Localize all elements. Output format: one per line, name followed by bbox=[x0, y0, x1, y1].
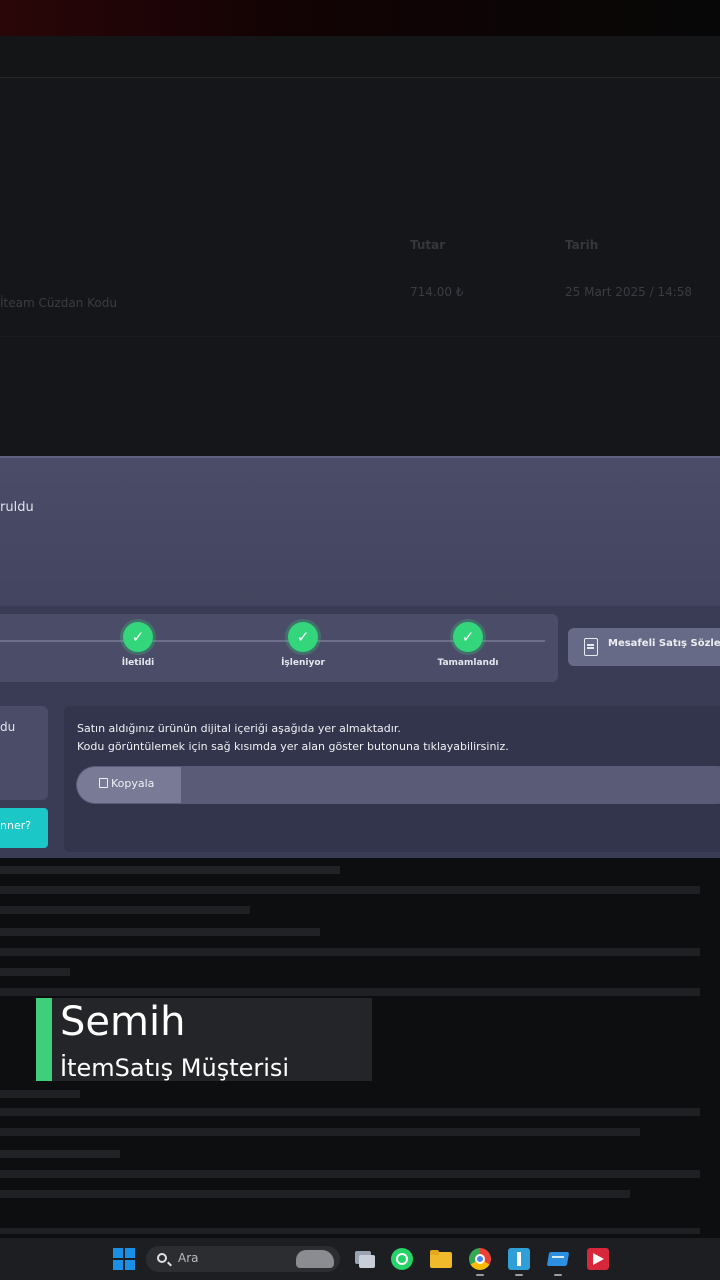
copy-icon bbox=[99, 778, 108, 788]
check-icon: ✓ bbox=[288, 622, 318, 652]
step-delivered: ✓ İletildi bbox=[98, 622, 178, 668]
step-label: İşleniyor bbox=[281, 658, 325, 668]
browser-title-bar bbox=[0, 0, 720, 36]
open-app-indicator bbox=[554, 1274, 562, 1276]
blurred-text-line bbox=[0, 1190, 630, 1198]
open-app-indicator bbox=[515, 1274, 523, 1276]
chrome-icon[interactable] bbox=[469, 1248, 491, 1270]
blurred-text-line bbox=[0, 968, 70, 976]
blurred-text-line bbox=[0, 886, 700, 894]
taskbar-search-box[interactable]: Ara bbox=[146, 1246, 340, 1272]
help-button[interactable]: nner? bbox=[0, 808, 48, 848]
whatsapp-icon[interactable] bbox=[391, 1248, 413, 1270]
step-label: Tamamlandı bbox=[437, 658, 499, 668]
order-amount: 714.00 ₺ bbox=[410, 285, 464, 299]
product-side-card: du bbox=[0, 706, 48, 800]
blurred-text-line bbox=[0, 1150, 120, 1158]
digital-content-info: Satın aldığınız ürünün dijital içeriği a… bbox=[77, 722, 401, 735]
step-processing: ✓ İşleniyor bbox=[263, 622, 343, 668]
lower-third-accent-bar bbox=[36, 998, 52, 1081]
copy-button[interactable]: Kopyala bbox=[77, 767, 181, 803]
help-button-label: nner? bbox=[0, 819, 32, 832]
order-product-name[interactable]: İteam Cüzdan Kodu bbox=[0, 296, 117, 310]
check-icon: ✓ bbox=[453, 622, 483, 652]
document-icon bbox=[584, 638, 598, 656]
blurred-text-line bbox=[0, 928, 320, 936]
check-icon: ✓ bbox=[123, 622, 153, 652]
search-icon bbox=[157, 1253, 167, 1263]
distance-sales-contract-button[interactable]: Mesafeli Satış Sözleşmesi bbox=[568, 628, 720, 666]
order-date: 25 Mart 2025 / 14:58 bbox=[565, 285, 693, 299]
search-highlight-icon bbox=[296, 1250, 334, 1268]
contract-button-label: Mesafeli Satış Sözleşmesi bbox=[608, 638, 720, 649]
site-header bbox=[0, 36, 720, 78]
media-icon[interactable] bbox=[587, 1248, 609, 1270]
windows-start-icon[interactable] bbox=[113, 1248, 135, 1270]
search-placeholder: Ara bbox=[178, 1251, 199, 1265]
step-completed: ✓ Tamamlandı bbox=[428, 622, 508, 668]
mail-icon[interactable] bbox=[546, 1248, 570, 1270]
blurred-text-line bbox=[0, 1128, 640, 1136]
step-label: İletildi bbox=[121, 658, 155, 668]
order-modal-header bbox=[0, 456, 720, 606]
column-header-amount: Tutar bbox=[410, 238, 446, 252]
app-icon[interactable] bbox=[508, 1248, 530, 1270]
modal-status-title: ruldu bbox=[0, 500, 34, 515]
digital-content-hint: Kodu görüntülemek için sağ kısımda yer a… bbox=[77, 740, 509, 753]
blurred-text-line bbox=[0, 906, 250, 914]
task-view-icon[interactable] bbox=[353, 1248, 375, 1270]
blurred-text-line bbox=[0, 1108, 700, 1116]
blurred-text-line bbox=[0, 1170, 700, 1178]
speaker-role: İtemSatış Müşterisi bbox=[60, 1054, 290, 1082]
side-card-label: du bbox=[0, 720, 16, 734]
column-header-date: Tarih bbox=[565, 238, 599, 252]
blurred-text-line bbox=[0, 988, 700, 996]
blurred-text-line bbox=[0, 866, 340, 874]
copy-button-label: Kopyala bbox=[111, 777, 155, 790]
blurred-text-line bbox=[0, 1090, 80, 1098]
speaker-name: Semih bbox=[60, 999, 186, 1045]
blurred-text-line bbox=[0, 948, 700, 956]
order-history-panel bbox=[0, 78, 720, 456]
table-divider bbox=[0, 336, 720, 337]
active-app-indicator bbox=[476, 1274, 484, 1276]
blurred-text-line bbox=[0, 1228, 700, 1234]
file-explorer-icon[interactable] bbox=[430, 1248, 452, 1270]
